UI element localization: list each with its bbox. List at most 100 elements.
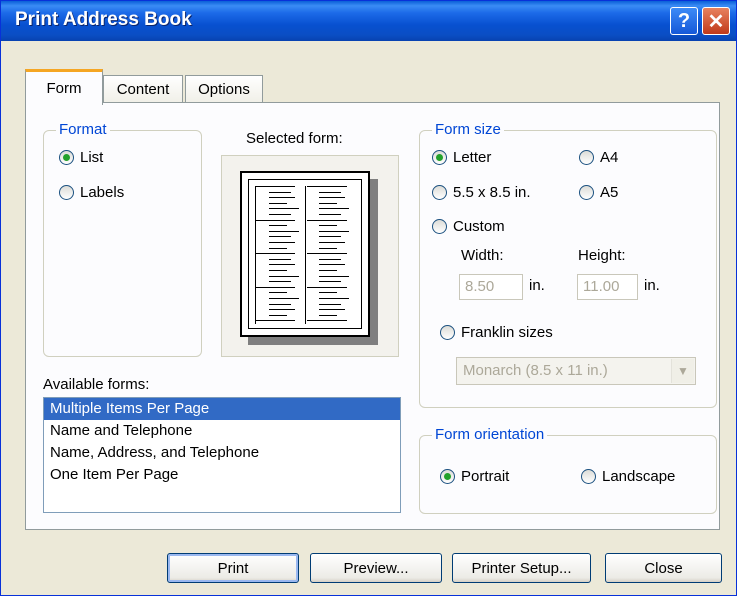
close-icon[interactable]: ✕	[702, 7, 730, 35]
preview-button[interactable]: Preview...	[310, 553, 442, 583]
preview-line	[319, 314, 337, 316]
available-forms-list[interactable]: Multiple Items Per Page Name and Telepho…	[43, 397, 401, 513]
preview-line	[269, 236, 291, 238]
preview-line	[255, 320, 295, 322]
close-button[interactable]: Close	[605, 553, 722, 583]
list-item[interactable]: Name, Address, and Telephone	[44, 442, 400, 464]
form-size-group-label: Form size	[432, 121, 504, 138]
list-item[interactable]: Multiple Items Per Page	[44, 398, 400, 420]
size-a5-radio[interactable]: A5	[579, 184, 618, 201]
tab-form[interactable]: Form	[25, 69, 103, 105]
preview-line	[269, 292, 287, 294]
preview-line	[307, 286, 347, 288]
preview-line	[319, 247, 337, 249]
preview-line	[269, 264, 295, 266]
preview-line	[269, 225, 287, 227]
radio-unchecked-icon	[440, 325, 455, 340]
size-letter-label: Letter	[453, 149, 492, 166]
size-a4-label: A4	[600, 149, 619, 166]
preview-line	[255, 253, 295, 255]
radio-unchecked-icon	[581, 469, 596, 484]
preview-line	[319, 309, 345, 311]
form-orientation-group-label: Form orientation	[432, 426, 548, 443]
franklin-size-select[interactable]: Monarch (8.5 x 11 in.) ▼	[456, 357, 696, 385]
size-franklin-label: Franklin sizes	[461, 324, 553, 341]
preview-line	[269, 281, 291, 283]
preview-line	[269, 202, 287, 204]
preview-line	[269, 214, 291, 215]
size-franklin-radio[interactable]: Franklin sizes	[440, 324, 553, 341]
preview-line	[319, 202, 337, 204]
preview-line	[319, 197, 345, 199]
preview-line	[255, 286, 295, 288]
preview-line	[269, 275, 299, 277]
orientation-landscape-radio[interactable]: Landscape	[581, 468, 675, 485]
preview-line	[319, 214, 341, 215]
franklin-size-value: Monarch (8.5 x 11 in.)	[463, 362, 608, 379]
preview-line	[269, 309, 295, 311]
preview-line	[269, 258, 291, 260]
preview-line	[307, 320, 347, 322]
preview-line	[319, 230, 349, 232]
page-preview-icon	[240, 171, 370, 337]
chevron-down-icon[interactable]: ▼	[671, 359, 694, 383]
selected-form-label: Selected form:	[246, 130, 343, 147]
preview-line	[319, 292, 337, 294]
orientation-portrait-radio[interactable]: Portrait	[440, 468, 509, 485]
preview-line	[269, 230, 299, 232]
preview-line	[319, 264, 345, 266]
radio-unchecked-icon	[432, 219, 447, 234]
preview-line	[255, 219, 295, 221]
size-letter-radio[interactable]: Letter	[432, 149, 491, 166]
preview-line	[319, 242, 345, 243]
width-label: Width:	[461, 247, 504, 264]
height-label: Height:	[578, 247, 626, 264]
width-field[interactable]: 8.50	[459, 274, 523, 300]
preview-line	[319, 225, 337, 227]
print-button[interactable]: Print	[167, 553, 299, 583]
size-custom-radio[interactable]: Custom	[432, 218, 505, 235]
size-5x8-label: 5.5 x 8.5 in.	[453, 184, 531, 201]
radio-unchecked-icon	[432, 185, 447, 200]
list-item[interactable]: One Item Per Page	[44, 464, 400, 486]
preview-line	[319, 303, 341, 305]
size-a5-label: A5	[600, 184, 619, 201]
radio-checked-icon	[432, 150, 447, 165]
size-custom-label: Custom	[453, 218, 505, 235]
format-group-label: Format	[56, 121, 110, 138]
tab-content[interactable]: Content	[103, 75, 183, 103]
preview-line	[305, 186, 306, 324]
title-bar[interactable]: Print Address Book ? ✕	[1, 1, 736, 41]
print-address-book-dialog: Print Address Book ? ✕ Form Content Opti…	[0, 0, 737, 596]
tab-options[interactable]: Options	[185, 75, 263, 103]
available-forms-label: Available forms:	[43, 376, 150, 393]
preview-line	[319, 281, 341, 283]
radio-unchecked-icon	[59, 185, 74, 200]
list-item[interactable]: Name and Telephone	[44, 420, 400, 442]
preview-line	[319, 270, 337, 271]
window-title: Print Address Book	[15, 9, 192, 30]
preview-line	[269, 270, 287, 271]
height-unit-label: in.	[644, 277, 660, 294]
preview-line	[307, 186, 347, 187]
page-preview-lines	[248, 179, 362, 329]
preview-line	[269, 208, 299, 210]
orientation-landscape-label: Landscape	[602, 468, 676, 485]
radio-unchecked-icon	[579, 185, 594, 200]
format-list-label: List	[80, 149, 104, 166]
size-5x8-radio[interactable]: 5.5 x 8.5 in.	[432, 184, 531, 201]
printer-setup-button[interactable]: Printer Setup...	[452, 553, 591, 583]
preview-line	[269, 242, 295, 243]
radio-unchecked-icon	[579, 150, 594, 165]
size-a4-radio[interactable]: A4	[579, 149, 618, 166]
help-icon[interactable]: ?	[670, 7, 698, 35]
preview-line	[319, 275, 349, 277]
preview-line	[319, 298, 349, 299]
preview-line	[255, 186, 295, 187]
format-labels-radio[interactable]: Labels	[59, 184, 124, 201]
preview-line	[255, 186, 256, 324]
preview-line	[319, 208, 349, 210]
height-field[interactable]: 11.00	[577, 274, 638, 300]
orientation-portrait-label: Portrait	[461, 468, 510, 485]
format-list-radio[interactable]: List	[59, 149, 103, 166]
